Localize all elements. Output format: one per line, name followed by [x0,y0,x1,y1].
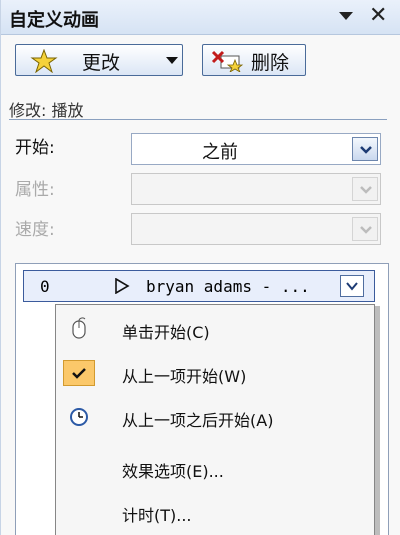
checkmark-icon [63,360,95,386]
speed-dropdown [131,213,381,245]
chevron-down-icon [352,177,378,201]
chevron-down-icon [166,57,178,64]
property-label: 属性: [15,180,55,200]
start-dropdown[interactable]: 之前 [131,133,381,165]
modify-section-label: 修改: 播放 [9,101,84,120]
menu-item-label: 从上一项开始(W) [122,367,247,386]
menu-item-start-after-previous[interactable]: 从上一项之后开始(A) [56,398,374,436]
menu-item-label: 从上一项之后开始(A) [122,411,274,430]
change-effect-button[interactable]: 更改 [15,44,183,76]
delete-button[interactable]: 删除 [202,44,306,76]
menu-item-start-with-previous[interactable]: 从上一项开始(W) [56,354,374,392]
item-text: bryan adams - ... [146,277,310,296]
pane-title-bar: 自定义动画 ✕ [1,0,400,35]
animation-list-item[interactable]: 0 bryan adams - ... [23,270,375,302]
chevron-down-icon[interactable] [340,275,364,297]
menu-item-start-on-click[interactable]: 单击开始(C) [56,310,374,348]
chevron-down-icon [352,217,378,241]
menu-item-timing[interactable]: 计时(T)... [56,493,374,531]
start-label: 开始: [15,138,55,158]
menu-shadow [375,306,380,535]
start-dropdown-value: 之前 [202,142,238,163]
menu-item-label: 单击开始(C) [122,323,210,342]
start-context-menu: 单击开始(C) 从上一项开始(W) 从上一项之后开始(A) 效果选项(E)...… [55,304,375,535]
play-icon [115,278,130,294]
pane-title: 自定义动画 [9,10,99,31]
change-effect-label: 更改 [82,52,121,74]
speed-label: 速度: [15,220,55,240]
menu-item-label: 计时(T)... [122,506,192,525]
star-icon [30,49,58,73]
custom-animation-pane: 自定义动画 ✕ 更改 删除 修改: 播放 开始: 之前 属性: 速度: 0 br… [0,0,400,535]
item-index: 0 [40,277,50,296]
close-icon[interactable]: ✕ [369,4,387,28]
clock-icon [63,404,95,430]
mouse-icon [63,316,95,342]
section-divider [9,119,387,120]
chevron-down-icon[interactable] [352,137,378,161]
delete-effect-icon [211,50,244,72]
menu-item-label: 效果选项(E)... [122,462,224,481]
menu-item-effect-options[interactable]: 效果选项(E)... [56,449,374,487]
property-dropdown [131,173,381,205]
delete-label: 删除 [251,52,290,74]
pane-menu-arrow-icon[interactable] [339,12,353,20]
